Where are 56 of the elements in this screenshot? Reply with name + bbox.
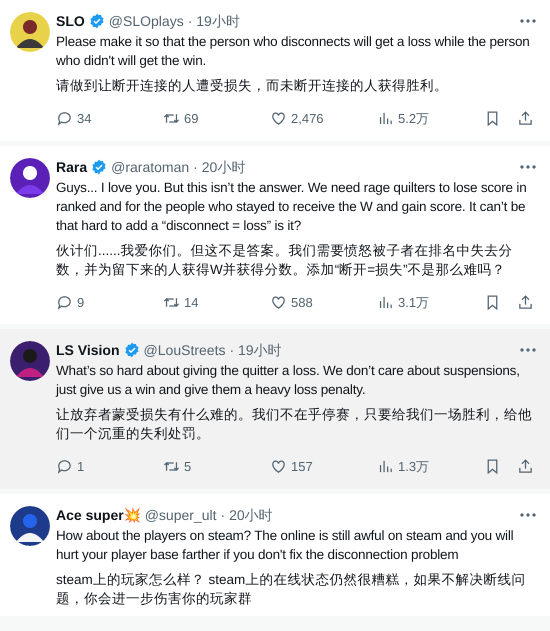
user-name: SLO <box>56 12 85 30</box>
user-handle[interactable]: @LouStreets <box>144 341 226 359</box>
user-handle[interactable]: @SLOplays <box>108 12 184 30</box>
translated-text: 请做到让断开连接的人遭受损失，而未断开连接的人获得胜利。 <box>56 77 449 95</box>
like-button[interactable]: 157 <box>270 457 313 476</box>
tweet-card[interactable] <box>0 329 550 488</box>
repost-button[interactable]: 69 <box>163 109 198 128</box>
translated-text: 伙计们......我爱你们。但这不是答案。我们需要愤怒被子者在排名中失去分数，并为留下来的人获得W并获得分数。添加“断开=损失”不是那么难吗？ <box>56 242 514 278</box>
views-button[interactable]: 3.1万 <box>377 292 430 312</box>
post-time: · 20小时 <box>220 506 273 524</box>
tweet-card[interactable] <box>0 146 550 324</box>
share-icon <box>517 458 534 476</box>
avatar[interactable] <box>10 506 50 546</box>
views-button[interactable]: 5.2万 <box>377 109 430 128</box>
reply-button[interactable]: 9 <box>56 292 84 312</box>
post-text: Please make it so that the person who disconnects will get a loss while the person who didn't will get the win. <box>56 33 531 70</box>
user-handle[interactable]: @super_ult <box>144 506 217 524</box>
like-button[interactable]: 2,476 <box>270 109 324 128</box>
share-button[interactable] <box>517 294 534 311</box>
tweet-card[interactable]: SLO @SLOplays · 19小时 Please make it so that the person who disconnects will get a loss while the person who didn't will get the win. 请做到让断开连接的人遭受损失，而未断开连接的人获得胜利。 34 69 2,476 5.2万 <box>0 0 550 140</box>
repost-button[interactable]: 14 <box>163 292 198 312</box>
heart-icon <box>270 458 287 476</box>
avatar[interactable] <box>10 341 50 381</box>
post-text: What’s so hard about giving the quitter a loss. We don’t care about suspensions, just give us a win and give them a heavy loss penalty. <box>56 362 521 399</box>
more-options-icon[interactable] <box>520 164 536 168</box>
share-button[interactable] <box>517 458 534 476</box>
user-name: Rara <box>56 158 88 176</box>
avatar[interactable] <box>10 12 50 52</box>
post-text: How about the players on steam? The online is still awful on steam and you will hurt your player base farther if you don't fix the disconnection problem <box>56 526 514 564</box>
user-handle[interactable]: @raratoman <box>111 158 190 176</box>
heart-icon <box>270 110 287 128</box>
views-button[interactable]: 1.3万 <box>377 457 430 476</box>
avatar[interactable] <box>10 158 50 198</box>
share-icon <box>517 294 534 311</box>
share-button[interactable] <box>517 110 534 128</box>
like-button[interactable]: 588 <box>270 292 313 312</box>
repost-button[interactable]: 5 <box>163 457 192 476</box>
reply-button[interactable]: 34 <box>56 109 92 128</box>
user-name: LS Vision <box>56 341 120 359</box>
post-text: Guys... I love you. But this isn’t the answer. We need rage quilters to lose score in ranked and for the people who stayed to receive the W and gain score. It can’t be that hard to add a “disconnect = loss” is it? <box>56 178 528 234</box>
comment-icon <box>56 294 73 311</box>
reply-button[interactable]: 1 <box>56 457 84 476</box>
tweet-card[interactable] <box>0 494 550 616</box>
post-time: · 20小时 <box>193 158 246 176</box>
comment-icon <box>56 458 73 476</box>
post-time: · 19小时 <box>229 341 282 359</box>
heart-icon <box>270 294 287 311</box>
post-time: · 19小时 <box>188 12 240 30</box>
more-options-icon[interactable] <box>520 512 536 516</box>
comment-icon <box>56 110 73 128</box>
user-name: Ace super💥 <box>56 506 141 524</box>
translated-text: steam上的玩家怎么样？ steam上的在线状态仍然很糟糕，如果不解决断线问题，你会进一步伤害你的玩家群 <box>56 570 526 608</box>
translated-text: 让放弃者蒙受损失有什么难的。我们不在乎停赛，只要给我们一场胜利，给他们一个沉重的失利处罚。 <box>56 406 533 443</box>
more-options-icon[interactable] <box>520 19 536 23</box>
more-options-icon[interactable] <box>520 348 536 352</box>
share-icon <box>517 110 534 128</box>
